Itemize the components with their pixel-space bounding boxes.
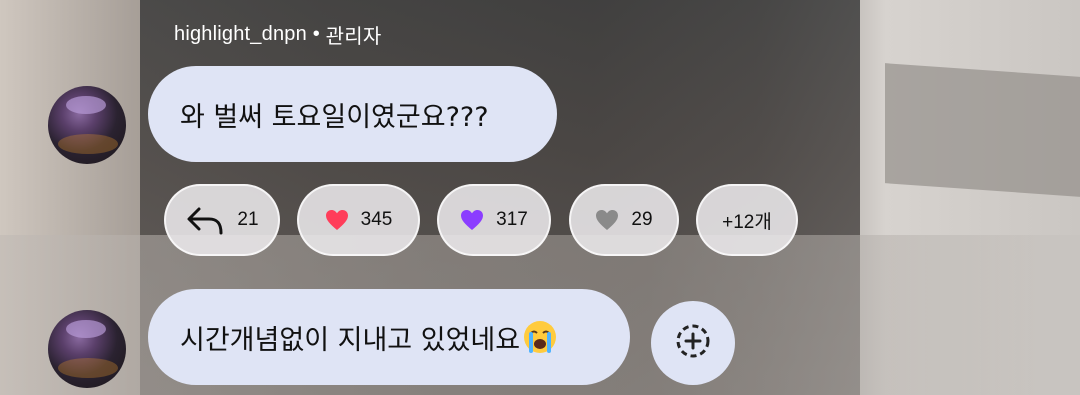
message-bubble[interactable]: 시간개념없이 지내고 있었네요 xyxy=(148,289,630,385)
message-bubble[interactable]: 와 벌써 토요일이였군요??? xyxy=(148,66,557,162)
username[interactable]: highlight_dnpn xyxy=(174,23,307,45)
more-reactions-label: +12개 xyxy=(722,211,772,233)
avatar[interactable] xyxy=(48,86,126,164)
purple-heart-icon xyxy=(460,209,484,231)
header-separator: • xyxy=(312,23,320,45)
reaction-count: 317 xyxy=(496,209,528,230)
message-header: highlight_dnpn • 관리자 xyxy=(174,20,381,49)
reaction-purple-heart[interactable]: 317 xyxy=(437,184,551,256)
role-badge: 관리자 xyxy=(325,26,382,48)
crying-face-icon xyxy=(522,319,558,355)
reaction-red-heart[interactable]: 345 xyxy=(297,184,420,256)
reply-count-button[interactable]: 21 xyxy=(164,184,280,256)
more-reactions-button[interactable]: +12개 xyxy=(696,184,798,256)
message-text: 시간개념없이 지내고 있었네요 xyxy=(180,324,521,356)
red-heart-icon xyxy=(325,209,349,231)
reply-count: 21 xyxy=(237,209,259,230)
grey-heart-icon xyxy=(595,209,619,231)
add-reaction-button[interactable] xyxy=(651,301,735,385)
reply-icon xyxy=(185,203,225,237)
reaction-count: 29 xyxy=(631,209,653,230)
reaction-count: 345 xyxy=(360,209,393,230)
add-reaction-icon xyxy=(673,321,713,365)
reaction-grey-heart[interactable]: 29 xyxy=(569,184,679,256)
background-sheet xyxy=(885,63,1080,197)
message-text: 와 벌써 토요일이였군요??? xyxy=(180,101,489,133)
avatar[interactable] xyxy=(48,310,126,388)
